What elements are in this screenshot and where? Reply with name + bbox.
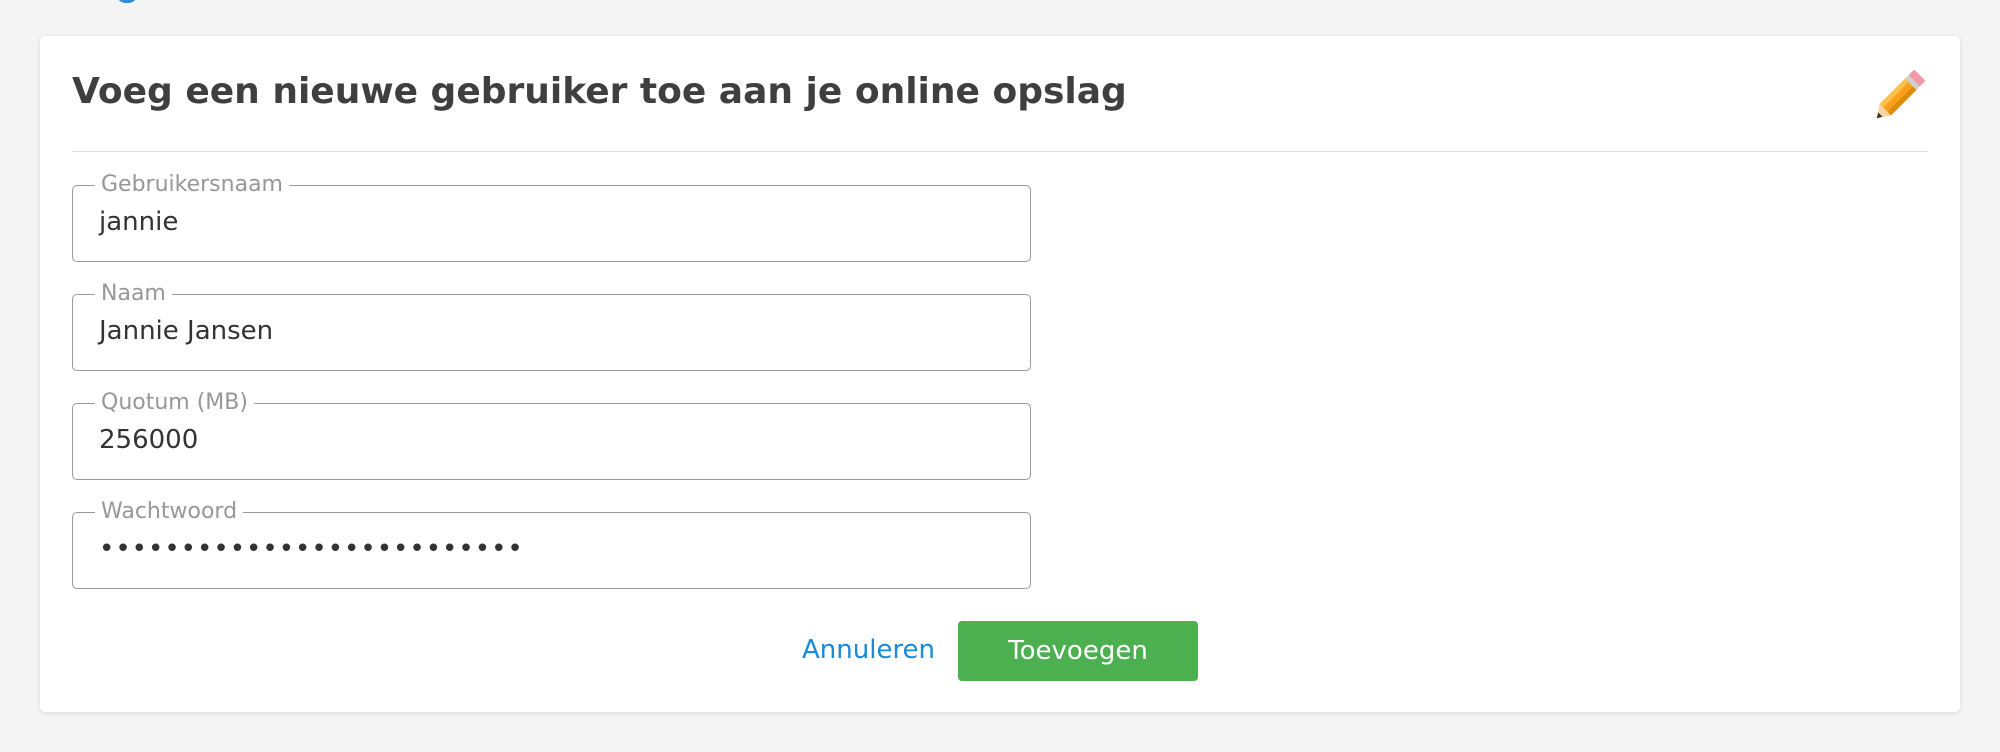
pencil-icon[interactable] [1865,64,1931,130]
name-value[interactable]: Jannie Jansen [99,315,273,347]
add-button-label: Toevoegen [1008,636,1148,666]
top-link-fragment[interactable] [116,0,138,3]
username-value[interactable]: jannie [99,206,178,238]
quota-value[interactable]: 256000 [99,424,198,456]
cancel-button[interactable]: Annuleren [802,634,935,666]
password-field[interactable]: Wachtwoord •••••••••••••••••••••••••• [72,499,1031,589]
name-label: Naam [95,281,172,307]
quota-field[interactable]: Quotum (MB) 256000 [72,390,1031,480]
quota-label: Quotum (MB) [95,390,254,416]
add-user-dialog: Voeg een nieuwe gebruiker toe aan je onl… [40,36,1960,712]
password-value[interactable]: •••••••••••••••••••••••••• [99,533,524,565]
username-field[interactable]: Gebruikersnaam jannie [72,172,1031,262]
add-button[interactable]: Toevoegen [958,621,1198,681]
name-field[interactable]: Naam Jannie Jansen [72,281,1031,371]
dialog-title: Voeg een nieuwe gebruiker toe aan je onl… [72,71,1127,112]
title-divider [72,151,1928,152]
username-label: Gebruikersnaam [95,172,289,198]
password-label: Wachtwoord [95,499,244,525]
